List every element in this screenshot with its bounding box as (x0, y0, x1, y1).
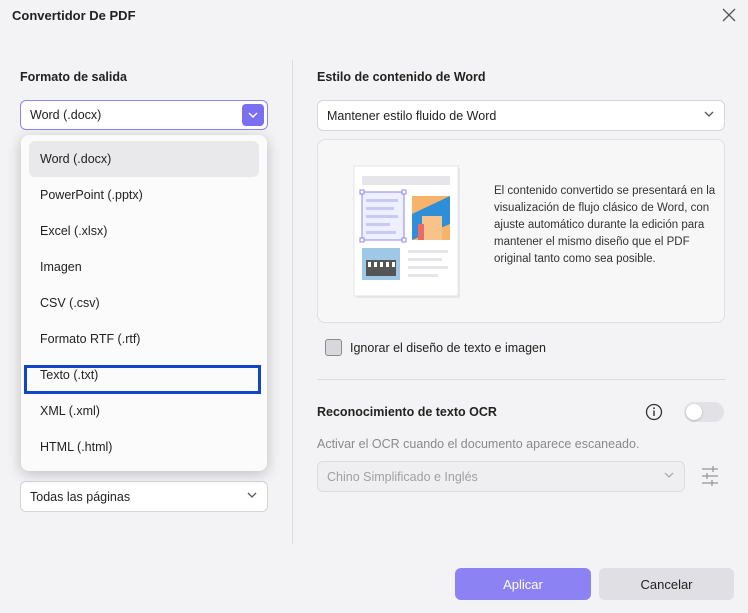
section-divider (317, 379, 725, 380)
window-title: Convertidor De PDF (12, 8, 136, 23)
page-range-value: Todas las páginas (30, 489, 131, 504)
ocr-language-select[interactable]: Chino Simplificado e Inglés (317, 461, 685, 492)
format-option-image[interactable]: Imagen (29, 249, 259, 285)
word-style-label: Estilo de contenido de Word (317, 70, 486, 84)
chevron-down-icon (247, 492, 257, 498)
output-format-dropdown: Word (.docx) PowerPoint (.pptx) Excel (.… (21, 135, 267, 471)
word-style-value: Mantener estilo fluido de Word (327, 108, 497, 123)
format-option-csv[interactable]: CSV (.csv) (29, 285, 259, 321)
output-format-value: Word (.docx) (30, 108, 102, 122)
chevron-down-icon (704, 111, 714, 117)
preview-description: El contenido convertido se presentará en… (494, 185, 716, 265)
layout-preview-card: El contenido convertido se presentará en… (317, 139, 725, 323)
ignore-layout-label: Ignorar el diseño de texto e imagen (350, 341, 546, 355)
page-range-select[interactable]: Todas las páginas (20, 481, 268, 512)
title-bar: Convertidor De PDF (0, 0, 748, 30)
word-style-select[interactable]: Mantener estilo fluido de Word (317, 100, 725, 131)
format-option-txt[interactable]: Texto (.txt) (29, 357, 259, 393)
ocr-toggle-knob (686, 404, 702, 420)
chevron-down-icon (664, 472, 674, 478)
chevron-down-icon (248, 112, 258, 118)
column-divider (292, 60, 293, 544)
close-button[interactable] (718, 4, 740, 26)
format-option-powerpoint[interactable]: PowerPoint (.pptx) (29, 177, 259, 213)
output-format-label: Formato de salida (20, 70, 127, 84)
format-option-html[interactable]: HTML (.html) (29, 429, 259, 465)
format-option-rtf[interactable]: Formato RTF (.rtf) (29, 321, 259, 357)
cancel-button[interactable]: Cancelar (599, 568, 734, 600)
close-icon (722, 8, 736, 22)
format-option-excel[interactable]: Excel (.xlsx) (29, 213, 259, 249)
document-layout-illustration (353, 165, 460, 298)
format-option-word[interactable]: Word (.docx) (29, 141, 259, 177)
info-icon[interactable] (645, 403, 663, 421)
output-format-dropdown-toggle[interactable] (242, 104, 264, 126)
output-format-select[interactable]: Word (.docx) (20, 100, 268, 130)
format-option-xml[interactable]: XML (.xml) (29, 393, 259, 429)
ocr-label: Reconocimiento de texto OCR (317, 405, 497, 419)
apply-button[interactable]: Aplicar (455, 568, 591, 600)
ocr-language-value: Chino Simplificado e Inglés (327, 469, 478, 484)
ocr-help-text: Activar el OCR cuando el documento apare… (317, 437, 640, 451)
ocr-toggle[interactable] (684, 402, 724, 422)
ocr-settings-icon[interactable] (700, 464, 720, 488)
ignore-layout-checkbox[interactable] (325, 339, 342, 356)
